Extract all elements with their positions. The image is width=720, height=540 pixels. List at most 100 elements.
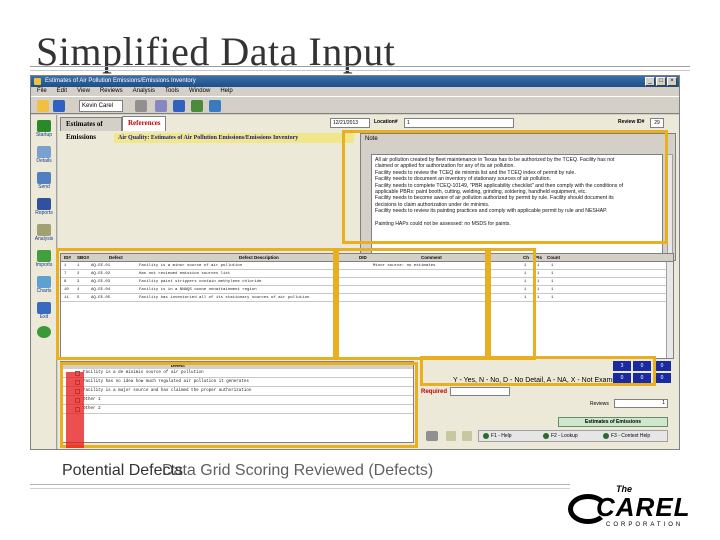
document-icon[interactable] [446, 431, 456, 441]
table-row[interactable]: 11 5 AQ-EE-05 Facility has inventoried a… [61, 295, 673, 302]
app-icon [34, 78, 41, 85]
cell-pts: 1 [537, 264, 540, 268]
printer-icon[interactable] [426, 431, 438, 441]
charts-icon [37, 276, 51, 288]
menu-reviews[interactable]: Reviews [100, 87, 123, 96]
cell-pts: 1 [537, 288, 540, 292]
col-id[interactable]: ID# [64, 254, 71, 262]
logo-wordmark: CAREL [596, 492, 691, 522]
cell-ch: 1 [524, 296, 527, 300]
cell-pts: 1 [537, 272, 540, 276]
grid-header: ID# SBG# Defect Defect Description DID C… [61, 254, 673, 262]
defect-checkbox[interactable] [75, 389, 80, 394]
bottom-caption: Potential Defects Data Grid Scoring Revi… [62, 462, 433, 480]
menu-window[interactable]: Window [189, 87, 210, 96]
tab-estimates[interactable]: Estimates of Emissions [60, 117, 122, 141]
required-field[interactable] [450, 387, 510, 396]
nav-send[interactable]: Send [32, 171, 56, 195]
minimize-icon[interactable]: _ [645, 77, 655, 86]
note-icon[interactable] [462, 431, 472, 441]
check-icon[interactable] [191, 100, 203, 112]
table-row[interactable]: 8 3 AQ-EE-03 Facility paint strippers co… [61, 279, 673, 286]
date-field[interactable]: 12/21/2013 [330, 118, 370, 128]
nav-refresh[interactable] [32, 325, 56, 349]
help-icon[interactable] [37, 100, 49, 112]
list-item[interactable]: Other 1 [61, 396, 413, 405]
note-textarea[interactable]: All air pollution created by fleet maint… [371, 154, 663, 254]
nav-details[interactable]: Details [32, 145, 56, 169]
defect-checkbox[interactable] [75, 407, 80, 412]
nav-charts[interactable]: Charts [32, 275, 56, 299]
cell-count: 1 [551, 288, 554, 292]
cell-count: 1 [551, 264, 554, 268]
window-titlebar: Estimates of Air Pollution Emissions/Emi… [31, 76, 679, 87]
f1-label: F1 - Help [491, 433, 512, 439]
menu-analysis[interactable]: Analysis [133, 87, 155, 96]
col-count[interactable]: Count [547, 254, 560, 262]
grid-scrollbar[interactable] [666, 262, 673, 358]
back-arrow-icon[interactable] [209, 100, 221, 112]
defect-checkbox[interactable] [75, 371, 80, 376]
cell-sbg: 2 [77, 272, 80, 276]
list-item[interactable]: Facility has no idea how much regulated … [61, 378, 413, 387]
maximize-icon[interactable]: □ [656, 77, 666, 86]
nav-imports[interactable]: Imports [32, 249, 56, 273]
close-icon[interactable]: × [667, 77, 677, 86]
defect-label: Other 2 [83, 407, 101, 411]
f2-lookup-button[interactable]: F2 - Lookup [543, 431, 578, 441]
cell-pts: 1 [537, 296, 540, 300]
details-icon [37, 146, 51, 158]
table-row[interactable]: 1 1 AQ-EE-01 Facility is a minor source … [61, 263, 673, 270]
cell-defect: AQ-EE-02 [91, 272, 111, 276]
col-pts[interactable]: Pts [535, 254, 542, 262]
menu-view[interactable]: View [77, 87, 90, 96]
score-cell: 3 [613, 361, 631, 371]
col-did[interactable]: DID [359, 254, 367, 262]
note-scrollbar[interactable] [667, 154, 673, 254]
defect-label: Other 1 [83, 398, 101, 402]
col-ch[interactable]: Ch [523, 254, 529, 262]
estimates-button[interactable]: Estimates of Emissions [558, 417, 668, 427]
cell-description: Facility is in a NNAQS ozone nonattainme… [139, 288, 257, 292]
print-icon[interactable] [135, 100, 147, 112]
f3-context-help-button[interactable]: F3 - Context Help [603, 431, 650, 441]
f2-label: F2 - Lookup [551, 433, 578, 439]
cell-sbg: 5 [77, 296, 80, 300]
tab-references[interactable]: References [122, 116, 166, 131]
nav-exit[interactable]: Exit [32, 301, 56, 325]
menu-edit[interactable]: Edit [57, 87, 67, 96]
cell-sbg: 4 [77, 288, 80, 292]
cell-pts: 1 [537, 280, 540, 284]
list-item[interactable]: Facility is a de minimis source of air p… [61, 369, 413, 378]
location-field[interactable]: 1 [404, 118, 514, 128]
col-defect[interactable]: Defect [109, 254, 123, 262]
cell-ch: 1 [524, 272, 527, 276]
review-id-field[interactable]: 29 [650, 118, 664, 128]
save-disk-icon[interactable] [173, 100, 185, 112]
cell-defect: AQ-EE-04 [91, 288, 111, 292]
col-description[interactable]: Defect Description [239, 254, 279, 262]
f1-help-button[interactable]: F1 - Help [483, 431, 512, 441]
table-row[interactable]: 10 4 AQ-EE-04 Facility is in a NNAQS ozo… [61, 287, 673, 294]
exit-icon [37, 302, 51, 314]
cell-description: Has not reviewed emission sources list [139, 272, 231, 276]
menu-tools[interactable]: Tools [165, 87, 179, 96]
cell-comment: Minor source: no estimates [373, 264, 436, 268]
user-icon[interactable] [53, 100, 65, 112]
table-row[interactable]: 7 2 AQ-EE-02 Has not reviewed emission s… [61, 271, 673, 278]
note-panel: Note All air pollution created by fleet … [360, 133, 676, 261]
nav-reports[interactable]: Reports [32, 197, 56, 221]
score-cell: 0 [653, 373, 671, 383]
col-sbg[interactable]: SBG# [77, 254, 89, 262]
defect-checkbox[interactable] [75, 380, 80, 385]
defect-checkbox[interactable] [75, 398, 80, 403]
list-item[interactable]: Facility is a major source and has claim… [61, 387, 413, 396]
reviews-field[interactable]: 1 [614, 399, 668, 408]
save-icon[interactable] [155, 100, 167, 112]
col-comment[interactable]: Comment [421, 254, 442, 262]
menu-help[interactable]: Help [220, 87, 232, 96]
menu-file[interactable]: File [37, 87, 47, 96]
nav-analysis[interactable]: Analysis [32, 223, 56, 247]
list-item[interactable]: Other 2 [61, 405, 413, 414]
nav-startup[interactable]: Startup [32, 119, 56, 143]
